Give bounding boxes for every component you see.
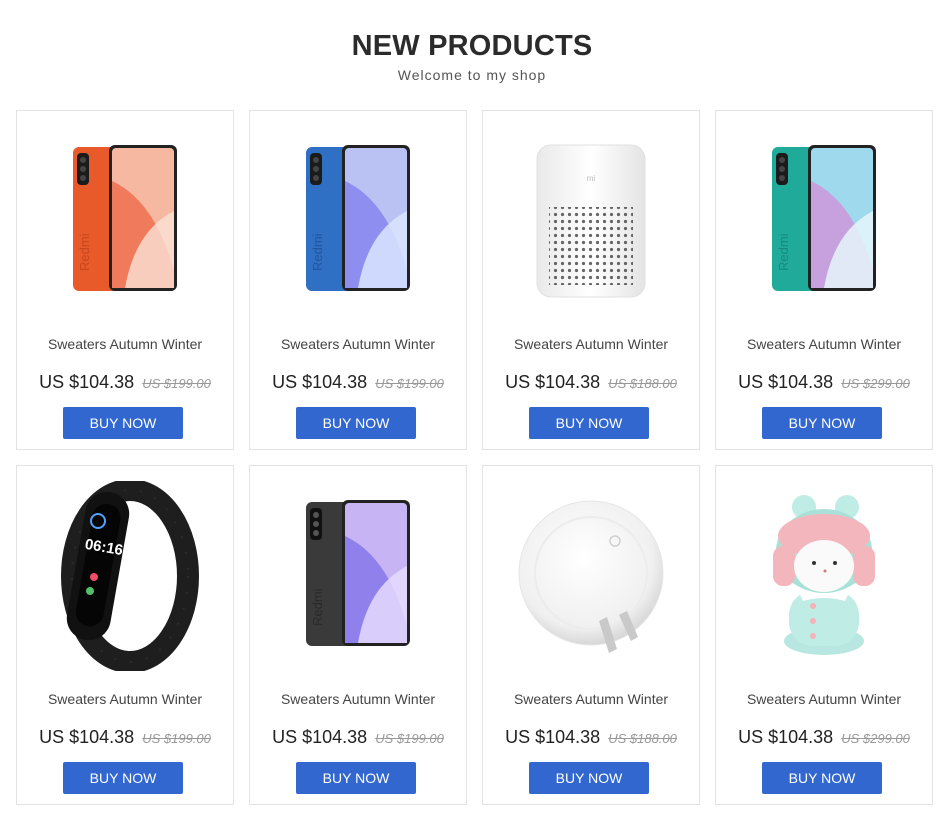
product-name[interactable]: Sweaters Autumn Winter [250, 336, 466, 352]
product-card[interactable]: 06:16 Sweaters Autumn Winter US $104.38 U… [16, 465, 234, 805]
speaker-icon: mi [536, 144, 646, 298]
product-old-price: US $188.00 [608, 376, 677, 391]
fitness-band-icon: 06:16 [61, 481, 199, 671]
product-card[interactable]: Redmi Sweaters Autumn Winter US $104.38 U… [715, 110, 933, 450]
product-prices: US $104.38 US $299.00 [716, 372, 932, 393]
product-name[interactable]: Sweaters Autumn Winter [483, 691, 699, 707]
product-card[interactable]: Redmi Sweaters Autumn Winter US $104.38 U… [249, 110, 467, 450]
night-light-icon [518, 500, 664, 653]
product-image-phone-green[interactable]: Redmi [716, 131, 932, 311]
product-price: US $104.38 [39, 372, 135, 392]
product-prices: US $104.38 US $199.00 [17, 727, 233, 748]
phone-icon: Redmi [73, 145, 177, 291]
section-subtitle: Welcome to my shop [397, 67, 547, 83]
buy-now-button[interactable]: BUY NOW [63, 762, 183, 794]
product-price: US $104.38 [505, 372, 601, 392]
product-old-price: US $299.00 [841, 376, 910, 391]
product-name[interactable]: Sweaters Autumn Winter [17, 336, 233, 352]
buy-now-button[interactable]: BUY NOW [529, 407, 649, 439]
product-card[interactable]: Redmi Sweaters Autumn Winter US $104.38 U… [16, 110, 234, 450]
product-card[interactable]: Sweaters Autumn Winter US $104.38 US $188… [482, 465, 700, 805]
product-prices: US $104.38 US $299.00 [716, 727, 932, 748]
product-card[interactable]: mi Sweaters Autumn Winter US $104.38 US $… [482, 110, 700, 450]
product-card[interactable]: Sweaters Autumn Winter US $104.38 US $299… [715, 465, 933, 805]
section-title: NEW PRODUCTS [351, 30, 593, 62]
product-image-phone-orange[interactable]: Redmi [17, 131, 233, 311]
product-image-phone-gray[interactable]: Redmi [250, 486, 466, 666]
product-prices: US $104.38 US $188.00 [483, 372, 699, 393]
product-prices: US $104.38 US $199.00 [17, 372, 233, 393]
product-name[interactable]: Sweaters Autumn Winter [716, 336, 932, 352]
buy-now-button[interactable]: BUY NOW [762, 762, 882, 794]
product-image-phone-blue[interactable]: Redmi [250, 131, 466, 311]
section-header: NEW PRODUCTS Welcome to my shop [0, 0, 944, 83]
phone-icon: Redmi [306, 145, 410, 291]
buy-now-button[interactable]: BUY NOW [296, 762, 416, 794]
product-name[interactable]: Sweaters Autumn Winter [716, 691, 932, 707]
svg-text:Redmi: Redmi [310, 588, 325, 626]
product-image-night-light[interactable] [483, 486, 699, 666]
product-old-price: US $199.00 [142, 376, 211, 391]
buy-now-button[interactable]: BUY NOW [529, 762, 649, 794]
product-old-price: US $188.00 [608, 731, 677, 746]
product-card[interactable]: Redmi Sweaters Autumn Winter US $104.38 U… [249, 465, 467, 805]
product-price: US $104.38 [738, 372, 834, 392]
product-name[interactable]: Sweaters Autumn Winter [17, 691, 233, 707]
phone-icon: Redmi [772, 145, 876, 291]
svg-text:Redmi: Redmi [310, 233, 325, 271]
product-prices: US $104.38 US $188.00 [483, 727, 699, 748]
mitu-figure-icon [773, 495, 875, 655]
product-image-smart-speaker[interactable]: mi [483, 131, 699, 311]
product-name[interactable]: Sweaters Autumn Winter [483, 336, 699, 352]
product-price: US $104.38 [272, 727, 368, 747]
svg-text:mi: mi [587, 174, 596, 183]
phone-icon: Redmi [306, 500, 410, 646]
buy-now-button[interactable]: BUY NOW [762, 407, 882, 439]
product-price: US $104.38 [39, 727, 135, 747]
svg-text:Redmi: Redmi [77, 233, 92, 271]
svg-text:Redmi: Redmi [776, 233, 791, 271]
product-price: US $104.38 [738, 727, 834, 747]
product-old-price: US $299.00 [841, 731, 910, 746]
product-old-price: US $199.00 [375, 376, 444, 391]
buy-now-button[interactable]: BUY NOW [63, 407, 183, 439]
product-name[interactable]: Sweaters Autumn Winter [250, 691, 466, 707]
product-old-price: US $199.00 [142, 731, 211, 746]
product-grid: Redmi Sweaters Autumn Winter US $104.38 U… [16, 110, 934, 805]
product-price: US $104.38 [505, 727, 601, 747]
product-image-fitness-band[interactable]: 06:16 [17, 481, 233, 671]
product-prices: US $104.38 US $199.00 [250, 727, 466, 748]
product-old-price: US $199.00 [375, 731, 444, 746]
buy-now-button[interactable]: BUY NOW [296, 407, 416, 439]
product-price: US $104.38 [272, 372, 368, 392]
product-prices: US $104.38 US $199.00 [250, 372, 466, 393]
product-image-mitu-figure[interactable] [716, 486, 932, 666]
